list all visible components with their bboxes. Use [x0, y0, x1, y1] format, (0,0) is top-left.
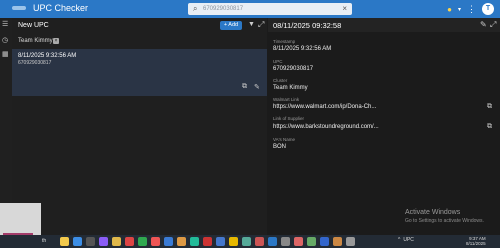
taskbar: th ^ UPC 9:37 AM 8/11/2025 — [0, 235, 500, 248]
header-actions: ● ▾ ⋮ T — [447, 3, 494, 15]
app-icon[interactable] — [177, 237, 186, 246]
search-icon[interactable] — [86, 237, 95, 246]
notification-bell-icon[interactable]: ● — [447, 5, 452, 14]
app-icon[interactable] — [294, 237, 303, 246]
record-timestamp: 8/11/2025 9:32:56 AM — [18, 53, 77, 59]
activation-watermark: Activate Windows — [405, 209, 461, 216]
field-label-va-name: VA's Name — [273, 137, 296, 142]
detail-title: 08/11/2025 09:32:58 — [273, 21, 342, 30]
taskbar-caption: th — [42, 238, 47, 244]
clock[interactable]: 9:37 AM 8/11/2025 — [466, 236, 486, 246]
field-label-timestamp: Timestamp — [273, 39, 296, 44]
more-options-icon[interactable]: ⋮ — [467, 4, 476, 15]
app-icon[interactable] — [99, 237, 108, 246]
app-icon[interactable] — [268, 237, 277, 246]
grid-icon[interactable]: ▦ — [2, 50, 9, 58]
taskbar-apps — [60, 237, 355, 246]
app-logo-icon — [12, 6, 26, 10]
app-icon[interactable] — [242, 237, 251, 246]
filter-icon[interactable]: ▼ — [248, 21, 255, 28]
chevron-down-icon[interactable]: ▾ — [458, 6, 461, 13]
menu-icon[interactable]: ☰ — [2, 20, 8, 28]
search-text[interactable]: 670929030817 — [203, 6, 243, 12]
chevron-up-icon[interactable]: ^ — [398, 237, 400, 243]
edit-icon[interactable]: ✎ — [480, 20, 487, 29]
search-input[interactable]: ⌕ 670929030817 × — [188, 3, 352, 15]
activation-watermark-sub: Go to Settings to activate Windows. — [405, 218, 484, 224]
chrome-icon[interactable] — [229, 237, 238, 246]
edit-record-icon[interactable]: ✎ — [254, 83, 260, 91]
add-button[interactable]: + Add — [220, 21, 242, 30]
list-item[interactable]: 8/11/2025 9:32:56 AM 670929030817 ⧉ ✎ — [12, 49, 267, 96]
app-title: UPC Checker — [33, 3, 89, 13]
field-value-va-name: BON — [273, 144, 287, 150]
app-icon[interactable] — [333, 237, 342, 246]
clock-date: 8/11/2025 — [466, 241, 486, 246]
system-tray: ^ UPC — [398, 237, 414, 243]
app-icon[interactable] — [125, 237, 134, 246]
detail-panel: 08/11/2025 09:32:58 ✎ ⤢ Timestamp 8/11/2… — [268, 18, 500, 235]
app-icon[interactable] — [281, 237, 290, 246]
app-icon[interactable] — [164, 237, 173, 246]
app-icon[interactable] — [203, 237, 212, 246]
clear-search-icon[interactable]: × — [342, 4, 347, 13]
field-label-walmart-link: Walmart Link — [273, 97, 300, 102]
file-explorer-icon[interactable] — [112, 237, 121, 246]
app-icon[interactable] — [320, 237, 329, 246]
expand-icon[interactable]: ⤢ — [258, 20, 264, 30]
search-icon: ⌕ — [193, 4, 198, 13]
app-icon[interactable] — [151, 237, 160, 246]
open-record-icon[interactable]: ⧉ — [242, 83, 247, 91]
expand-icon[interactable]: ⤢ — [490, 20, 496, 30]
field-value-timestamp: 8/11/2025 9:32:56 AM — [273, 46, 332, 52]
filter-chip: Team Kimmy — [18, 38, 53, 44]
weather-icon[interactable] — [60, 237, 69, 246]
field-label-cluster: Cluster — [273, 78, 288, 83]
records-header: New UPC + Add ▼ ⤢ — [12, 18, 267, 33]
tray-label: UPC — [403, 237, 414, 243]
app-icon[interactable] — [255, 237, 264, 246]
field-value-cluster: Team Kimmy — [273, 85, 308, 91]
panel-title: New UPC — [18, 22, 49, 29]
open-link-icon[interactable]: ⧉ — [487, 123, 492, 131]
app-header: UPC Checker ⌕ 670929030817 × ● ▾ ⋮ T — [0, 0, 500, 18]
app-icon[interactable] — [307, 237, 316, 246]
start-icon[interactable] — [73, 237, 82, 246]
app-icon[interactable] — [190, 237, 199, 246]
app-icon[interactable] — [346, 237, 355, 246]
records-panel: New UPC + Add ▼ ⤢ Team Kimmy × 8/11/2025… — [12, 18, 267, 235]
avatar[interactable]: T — [482, 3, 494, 15]
field-label-upc: UPC — [273, 59, 283, 64]
app-icon[interactable] — [216, 237, 225, 246]
open-link-icon[interactable]: ⧉ — [487, 103, 492, 111]
record-upc: 670929030817 — [18, 60, 52, 66]
field-label-supplier-link: Link of Supplier — [273, 116, 305, 121]
field-value-upc: 670929030817 — [273, 66, 314, 72]
remove-filter-icon[interactable]: × — [53, 38, 59, 44]
field-value-walmart-link[interactable]: https://www.walmart.com/ip/Dona-Ch... — [273, 104, 376, 110]
detail-header: 08/11/2025 09:32:58 ✎ ⤢ — [268, 18, 500, 32]
field-value-supplier-link[interactable]: https://www.barkstoundreground.com/... — [273, 124, 379, 130]
app-icon[interactable] — [138, 237, 147, 246]
history-icon[interactable]: ◷ — [2, 36, 8, 44]
